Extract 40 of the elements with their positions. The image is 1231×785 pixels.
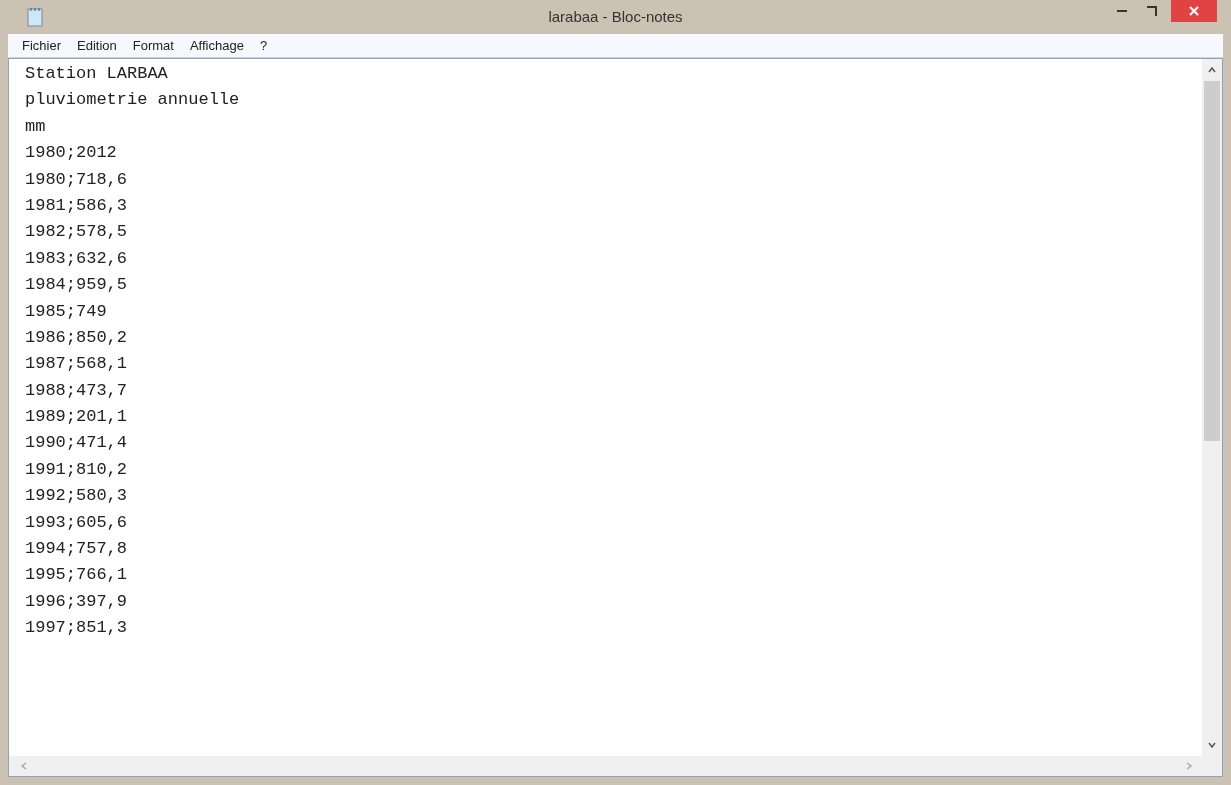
text-line: 1985;749 <box>25 300 107 323</box>
text-line: pluviometrie annuelle <box>25 89 240 112</box>
text-line: 1980;718,6 <box>25 168 128 191</box>
text-line: mm <box>25 115 46 138</box>
text-line: 1995;766,1 <box>25 564 128 587</box>
text-line: 1983;632,6 <box>25 247 128 270</box>
close-button[interactable] <box>1171 0 1217 22</box>
menu-item[interactable]: Fichier <box>22 35 61 56</box>
menu-item[interactable]: Edition <box>77 35 117 56</box>
text-line: 1988;473,7 <box>25 379 128 402</box>
scroll-down-icon <box>1208 742 1216 748</box>
notepad-icon <box>26 7 44 27</box>
vertical-scrollbar[interactable] <box>1202 59 1222 756</box>
text-line: 1994;757,8 <box>25 538 128 561</box>
text-line: 1997;851,3 <box>25 617 128 640</box>
menu-item[interactable]: Affichage <box>189 35 244 56</box>
text-line: 1984;959,5 <box>25 274 128 297</box>
text-line: 1987;568,1 <box>25 353 128 376</box>
maximize-icon <box>1147 6 1157 16</box>
scroll-up-icon <box>1208 67 1216 73</box>
scroll-left-icon <box>21 762 27 770</box>
text-line: 1982;578,5 <box>25 221 128 244</box>
text-line: 1991;810,2 <box>25 458 128 481</box>
scroll-right-icon <box>1186 762 1192 770</box>
window-title: larabaa - Bloc-notes <box>548 6 683 27</box>
text-line: 1996;397,9 <box>25 590 128 613</box>
close-icon <box>1189 6 1199 16</box>
text-line: 1993;605,6 <box>25 511 128 534</box>
horizontal-scrollbar[interactable] <box>9 756 1222 776</box>
text-line: 1980;2012 <box>25 142 117 165</box>
minimize-icon <box>1117 9 1127 13</box>
text-line: Station LARBAA <box>25 63 168 85</box>
text-line: 1992;580,3 <box>25 485 128 508</box>
text-line: 1986;850,2 <box>25 326 128 349</box>
menu-item[interactable]: Format <box>132 35 174 56</box>
text-line: 1989;201,1 <box>25 406 128 429</box>
scrollbar-thumb[interactable] <box>1204 81 1220 441</box>
menu-item[interactable]: ? <box>259 35 268 56</box>
text-line: 1990;471,4 <box>25 432 128 455</box>
text-line: 1981;586,3 <box>25 194 128 217</box>
